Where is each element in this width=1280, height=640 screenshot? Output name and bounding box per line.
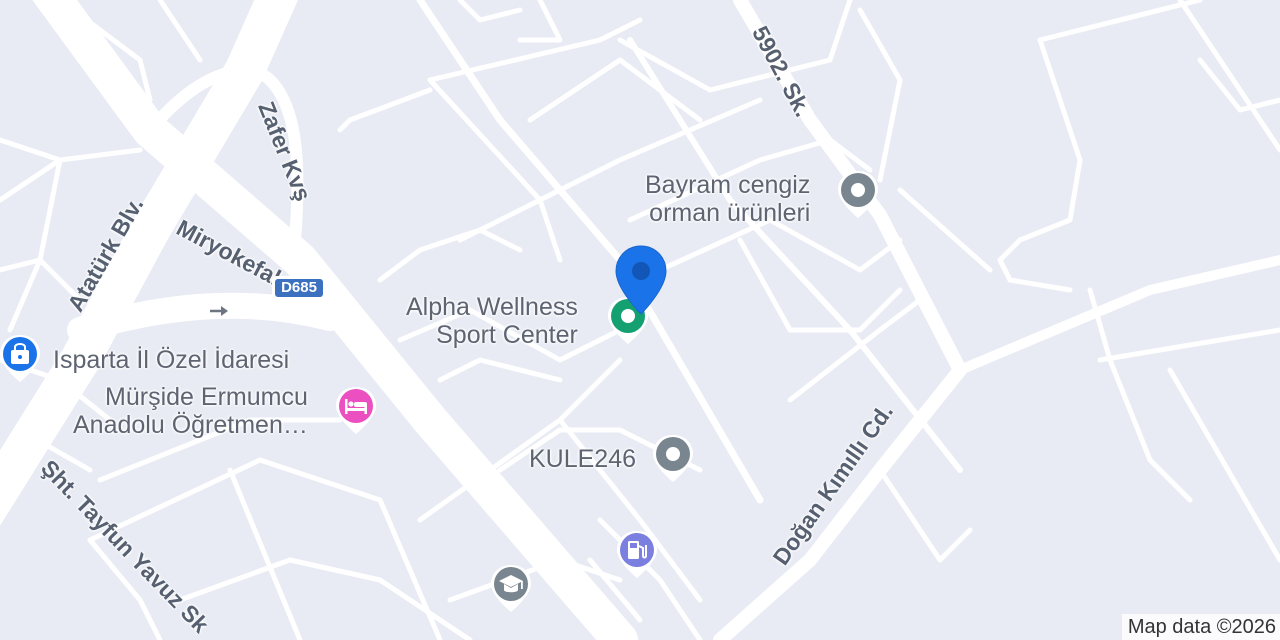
poi-marker-gas-station[interactable] [613, 528, 661, 584]
poi-label-alpha-wellness[interactable]: Alpha Wellness Sport Center [406, 293, 578, 349]
map-attribution: Map data ©2026 [1121, 614, 1280, 640]
dot-icon [851, 183, 865, 197]
selected-location-pin-icon[interactable] [614, 244, 668, 318]
poi-label-bayram-cengiz[interactable]: Bayram cengiz orman ürünleri [645, 171, 810, 227]
poi-marker-isparta-il-ozel-idaresi[interactable] [0, 332, 44, 388]
poi-marker-school[interactable] [487, 562, 535, 618]
dot-icon [666, 447, 680, 461]
route-shield-d685: D685 [272, 276, 326, 300]
poi-label-isparta-il-ozel-idaresi[interactable]: Isparta İl Özel İdaresi [53, 346, 289, 374]
poi-label-kule246[interactable]: KULE246 [529, 445, 636, 473]
poi-marker-kule246[interactable] [649, 432, 697, 488]
route-shield-label: D685 [275, 279, 323, 297]
map-view[interactable]: Atatürk Blv. Miryokefalon Zafer Kvş 5902… [0, 0, 1280, 640]
poi-marker-bayram-cengiz[interactable] [834, 168, 882, 224]
poi-label-mursude-ermumcu[interactable]: Mürşide Ermumcu Anadolu Öğretmen… [73, 383, 308, 439]
poi-marker-mursude-ermumcu[interactable] [332, 384, 380, 440]
